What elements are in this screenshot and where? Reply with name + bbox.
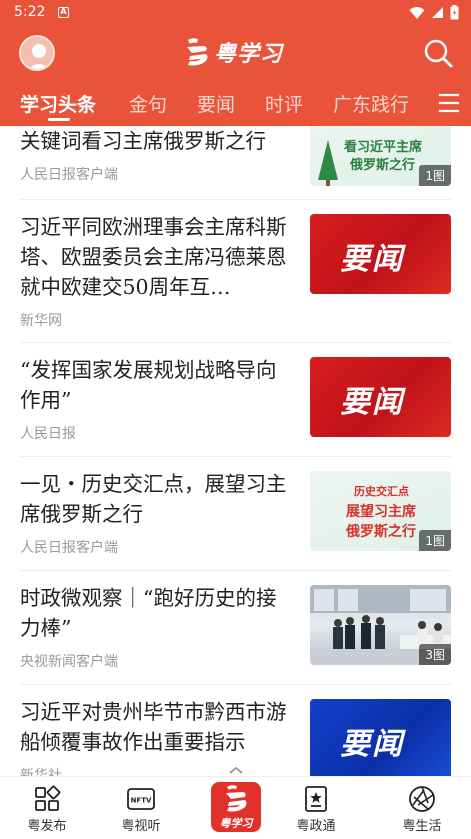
nav-label: 粤发布: [27, 819, 67, 834]
channel-tabs: 学习头条 金句 要闻 时评 广东践行: [0, 80, 471, 126]
list-item[interactable]: 关键词看习主席俄罗斯之行 人民日报客户端 看习近平主席 俄罗斯之行 1图: [20, 126, 451, 196]
yue-xuexi-logo-icon: [226, 785, 247, 812]
divider: [20, 199, 451, 200]
image-count-badge: 1图: [419, 165, 451, 186]
hamburger-menu-icon: [439, 93, 459, 113]
thumb-news-label: 要闻: [340, 727, 404, 762]
nav-item-yue-shiting[interactable]: NFTV 粤视听: [101, 777, 181, 839]
item-thumbnail: 要闻: [310, 699, 451, 776]
item-title: 关键词看习主席俄罗斯之行: [20, 129, 266, 153]
item-source: 人民日报: [20, 426, 76, 442]
item-source: 新华社: [20, 768, 62, 776]
wifi-icon: [409, 6, 425, 19]
default-avatar-icon: [28, 44, 50, 69]
logo-text: 粤学习: [214, 42, 284, 67]
thumb-caption-line: 展望习主席: [346, 504, 416, 520]
list-item[interactable]: “发挥国家发展规划战略导向作用” 人民日报 要闻: [20, 355, 451, 455]
tab-headlines[interactable]: 学习头条: [20, 90, 96, 117]
list-item[interactable]: 时政微观察｜“跑好历史的接力棒” 央视新闻客户端 3图: [20, 583, 451, 683]
item-title: 习近平对贵州毕节市黔西市游船倾覆事故作出重要指示: [20, 700, 287, 754]
thumb-caption-line: 俄罗斯之行: [350, 158, 416, 173]
item-title: “发挥国家发展规划战略导向作用”: [20, 358, 277, 412]
nav-label: 粤政通: [296, 819, 336, 834]
tab-guangdong-practice[interactable]: 广东践行: [333, 90, 409, 117]
nav-item-yue-shenghuo[interactable]: 粤生活: [382, 777, 462, 839]
thumb-caption-line: 历史交汇点: [354, 485, 409, 498]
image-count-badge: 3图: [419, 644, 451, 665]
app-logo: 粤学习: [184, 36, 283, 68]
nav-center-label: 粤学习: [219, 817, 253, 830]
image-count-badge: 1图: [419, 530, 451, 551]
channel-menu-button[interactable]: [427, 80, 471, 126]
tab-commentary[interactable]: 时评: [265, 90, 303, 117]
divider: [20, 684, 451, 685]
item-thumbnail-photo: 3图: [310, 585, 451, 665]
item-source: 新华网: [20, 313, 62, 329]
tab-quotes[interactable]: 金句: [129, 90, 167, 117]
nav-label: 粤生活: [402, 819, 442, 834]
thumb-news-label: 要闻: [340, 385, 404, 420]
yue-logo-mark-icon: [187, 38, 208, 66]
nav-item-yue-xuexi[interactable]: 粤学习: [211, 782, 261, 832]
active-tab-indicator: [48, 118, 70, 121]
status-bar: 5:22 A: [0, 0, 471, 26]
item-thumbnail: 要闻: [310, 357, 451, 437]
item-title: 一见・历史交汇点，展望习主席俄罗斯之行: [20, 472, 287, 526]
item-thumbnail: 看习近平主席 俄罗斯之行 1图: [310, 126, 451, 186]
tab-news[interactable]: 要闻: [197, 90, 235, 117]
item-source: 人民日报客户端: [20, 540, 118, 556]
grid-icon: [35, 785, 61, 811]
thumb-caption-line: 俄罗斯之行: [346, 524, 416, 540]
nftv-icon-text: NFTV: [131, 797, 152, 805]
nav-item-yue-zhengtong[interactable]: 粤政通: [276, 777, 356, 839]
item-source: 央视新闻客户端: [20, 654, 118, 670]
item-source: 人民日报客户端: [20, 167, 118, 183]
user-avatar[interactable]: [19, 35, 55, 71]
status-icons: [409, 5, 459, 20]
nftv-icon: NFTV: [127, 788, 155, 810]
divider: [20, 456, 451, 457]
nav-item-yue-fabu[interactable]: 粤发布: [7, 777, 87, 839]
item-title: 习近平同欧洲理事会主席科斯塔、欧盟委员会主席冯德莱恩就中欧建交50周年互…: [20, 215, 287, 299]
item-thumbnail: 历史交汇点 展望习主席 俄罗斯之行 1图: [310, 471, 451, 551]
aperture-icon: [409, 786, 435, 812]
nav-label: 粤视听: [121, 819, 161, 834]
thumb-news-label: 要闻: [340, 242, 404, 277]
item-thumbnail: 要闻: [310, 214, 451, 294]
news-feed: 关键词看习主席俄罗斯之行 人民日报客户端 看习近平主席 俄罗斯之行 1图 习近平…: [0, 126, 471, 776]
list-item[interactable]: 习近平同欧洲理事会主席科斯塔、欧盟委员会主席冯德莱恩就中欧建交50周年互… 新华…: [20, 212, 451, 342]
cellular-signal-icon: [432, 7, 443, 18]
status-time: 5:22: [14, 4, 46, 20]
divider: [20, 570, 451, 571]
divider: [20, 342, 451, 343]
list-item[interactable]: 一见・历史交汇点，展望习主席俄罗斯之行 人民日报客户端 历史交汇点 展望习主席 …: [20, 469, 451, 569]
search-icon[interactable]: [423, 38, 453, 68]
star-card-icon: [305, 786, 327, 812]
tree-icon: [318, 140, 338, 186]
item-title: 时政微观察｜“跑好历史的接力棒”: [20, 586, 277, 640]
thumb-caption-line: 看习近平主席: [344, 140, 423, 155]
notification-app-icon: A: [58, 7, 69, 18]
battery-icon: [450, 5, 459, 20]
app-header: 粤学习: [0, 26, 471, 80]
